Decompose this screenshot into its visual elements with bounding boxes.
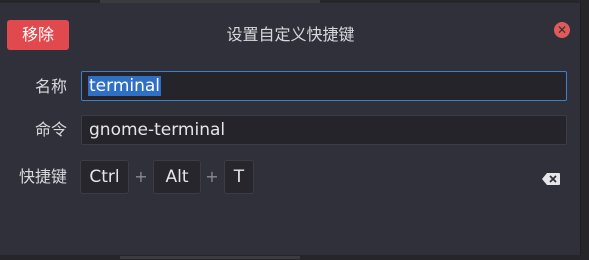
custom-shortcut-dialog: 移除 设置自定义快捷键 ✕ 名称 terminal 命令 gnome-termi… xyxy=(0,3,581,255)
background-text-fragment xyxy=(120,256,300,259)
clear-shortcut-button[interactable] xyxy=(541,171,561,185)
dialog-titlebar: 移除 设置自定义快捷键 ✕ xyxy=(0,3,581,61)
dialog-title: 设置自定义快捷键 xyxy=(226,25,355,44)
command-field-value: gnome-terminal xyxy=(89,120,226,140)
close-button[interactable]: ✕ xyxy=(554,22,570,38)
shortcut-key-t[interactable]: T xyxy=(224,160,254,194)
shortcut-separator: + xyxy=(134,167,148,186)
remove-button[interactable]: 移除 xyxy=(7,20,69,50)
command-field[interactable]: gnome-terminal xyxy=(81,115,567,145)
command-label: 命令 xyxy=(34,120,67,139)
shortcut-label: 快捷键 xyxy=(18,167,67,186)
name-label: 名称 xyxy=(34,77,67,96)
shortcut-key-alt[interactable]: Alt xyxy=(153,160,201,194)
shortcut-separator: + xyxy=(205,167,219,186)
name-field[interactable]: terminal xyxy=(81,71,567,101)
close-icon: ✕ xyxy=(556,23,568,37)
backspace-icon xyxy=(542,173,560,185)
shortcut-key-ctrl[interactable]: Ctrl xyxy=(80,160,129,194)
name-field-value: terminal xyxy=(88,76,162,96)
